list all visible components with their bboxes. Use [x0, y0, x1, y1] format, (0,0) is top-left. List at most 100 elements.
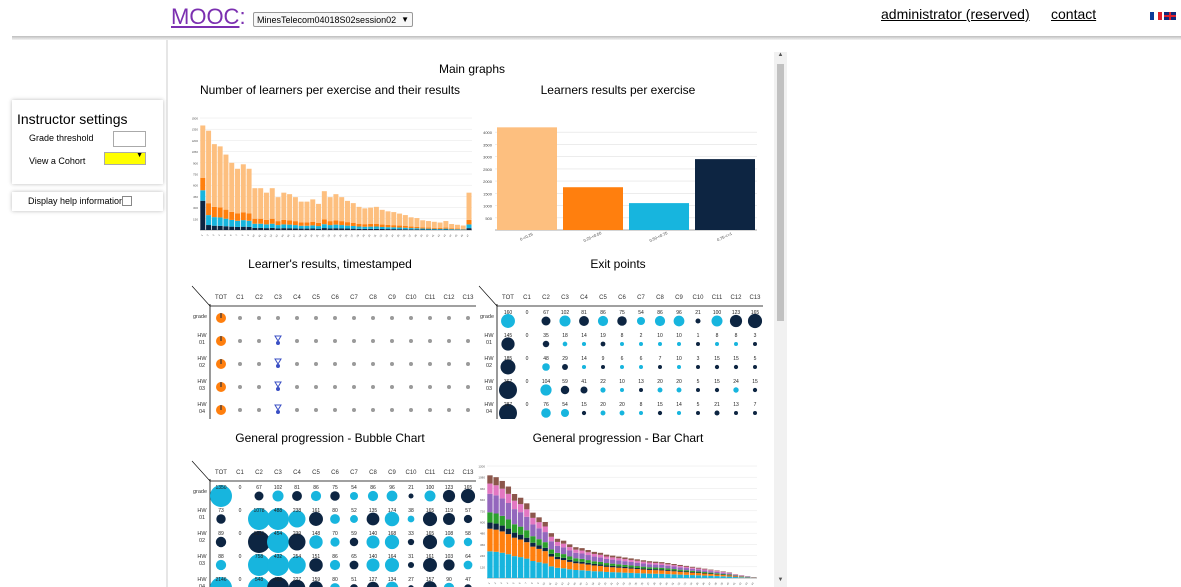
bar-segment — [542, 522, 548, 527]
y-tick-label: 1200 — [192, 139, 198, 143]
column-header: C4 — [293, 470, 301, 476]
gray-dot — [333, 385, 337, 389]
x-tick-label: 3 — [212, 233, 216, 236]
bar-segment — [304, 228, 310, 230]
bar-segment — [573, 558, 579, 562]
bar-segment — [258, 188, 264, 219]
value-bubble — [639, 388, 643, 392]
gray-dot — [466, 339, 470, 343]
row-label: 04 — [199, 409, 205, 415]
main-graphs: Main graphs Number of learners per exerc… — [170, 52, 774, 587]
bar-segment — [573, 563, 579, 570]
cell-value: 238 — [293, 508, 302, 514]
column-header: C6 — [331, 295, 339, 301]
logo-link[interactable]: MOOC — [171, 4, 239, 29]
x-tick-label: 3 — [500, 581, 504, 584]
value-bubble — [366, 535, 380, 549]
gray-dot — [314, 316, 318, 320]
cell-value: 3 — [754, 333, 757, 339]
scroll-down-icon[interactable]: ▼ — [774, 577, 787, 587]
french-flag-icon[interactable] — [1150, 12, 1162, 20]
row-label: HW — [197, 402, 207, 408]
bar-segment — [702, 570, 708, 573]
row-label: 02 — [486, 363, 492, 369]
bar-segment — [499, 498, 505, 516]
session-select[interactable]: MinesTelecom04018S02session02 ▼ — [253, 12, 413, 27]
bar-segment — [524, 509, 530, 517]
column-header: C11 — [425, 295, 436, 301]
gray-dot — [390, 339, 394, 343]
bar-segment — [505, 534, 512, 555]
contact-link[interactable]: contact — [1051, 6, 1096, 22]
x-tick-label: 40 — [726, 581, 730, 585]
bar-segment — [449, 229, 455, 230]
bar-segment — [493, 477, 499, 486]
uk-flag-icon[interactable] — [1164, 12, 1176, 20]
bar-segment — [517, 534, 524, 540]
bar-segment — [263, 219, 269, 225]
bar-segment — [327, 228, 333, 230]
bar-segment — [689, 572, 696, 576]
row-label: HW — [484, 333, 494, 339]
bar-segment — [379, 209, 385, 225]
cell-value: 73 — [218, 508, 224, 514]
bar-segment — [585, 552, 591, 556]
bar — [695, 159, 755, 230]
cohort-select[interactable]: ▼ — [104, 152, 146, 165]
value-bubble — [292, 491, 302, 501]
bar-segment — [659, 570, 665, 574]
bar-segment — [689, 566, 696, 568]
bar-segment — [304, 225, 310, 229]
scroll-up-icon[interactable]: ▲ — [774, 52, 787, 62]
site-logo[interactable]: MOOC: — [171, 4, 246, 30]
grade-threshold-input[interactable] — [113, 131, 146, 147]
bar-segment — [628, 561, 634, 566]
bar-segment — [466, 224, 472, 229]
bar-segment — [229, 162, 235, 212]
bar-segment — [333, 224, 339, 229]
bar-segment — [603, 571, 610, 578]
admin-link[interactable]: administrator (reserved) — [881, 6, 1030, 22]
progression-bar-chart: 120240360480600720840960108012001 2 3 4 5 6 7 8… — [478, 465, 757, 586]
value-bubble — [386, 490, 398, 502]
bar-segment — [689, 575, 696, 578]
bar-segment — [443, 228, 449, 230]
x-tick-label: 44 — [449, 233, 453, 237]
cell-value: 119 — [445, 508, 453, 514]
x-tick-label: 27 — [646, 581, 650, 585]
x-tick-label: 38 — [414, 233, 418, 237]
x-tick-label: 22 — [321, 233, 325, 237]
bar-segment — [298, 201, 304, 223]
cell-value: 104 — [542, 379, 551, 385]
x-tick-label: 45 — [454, 233, 458, 237]
value-bubble — [729, 314, 743, 328]
bar-segment — [269, 188, 275, 219]
x-tick-label: 34 — [391, 233, 395, 237]
bar-segment — [437, 228, 443, 230]
bar-segment — [597, 564, 604, 566]
vertical-scrollbar[interactable]: ▲ ▼ — [774, 52, 787, 587]
bar-segment — [530, 561, 536, 578]
column-header: C13 — [462, 295, 474, 301]
cell-value: 134 — [388, 577, 397, 583]
bar-segment — [628, 567, 634, 569]
cell-value: 7 — [659, 356, 662, 362]
x-tick-label: 17 — [585, 581, 589, 585]
exit-points-title: Exit points — [590, 257, 646, 271]
x-tick-label: 23 — [327, 233, 331, 237]
bar-segment — [524, 516, 530, 531]
column-header: C12 — [443, 295, 455, 301]
row-label: 03 — [486, 386, 492, 392]
scrollbar-thumb[interactable] — [777, 64, 784, 321]
bar-segment — [530, 536, 536, 543]
cell-value: 5 — [697, 379, 700, 385]
cell-value: 123 — [732, 310, 741, 316]
value-bubble — [714, 410, 720, 416]
cell-value: 20 — [676, 379, 682, 385]
bar-segment — [567, 569, 573, 578]
bar-segment — [246, 226, 252, 230]
y-tick-label: 600 — [480, 521, 485, 525]
instructor-settings-panel: Instructor settings Grade threshold View… — [12, 100, 163, 184]
help-checkbox[interactable] — [122, 196, 132, 206]
bar-segment — [536, 562, 542, 578]
